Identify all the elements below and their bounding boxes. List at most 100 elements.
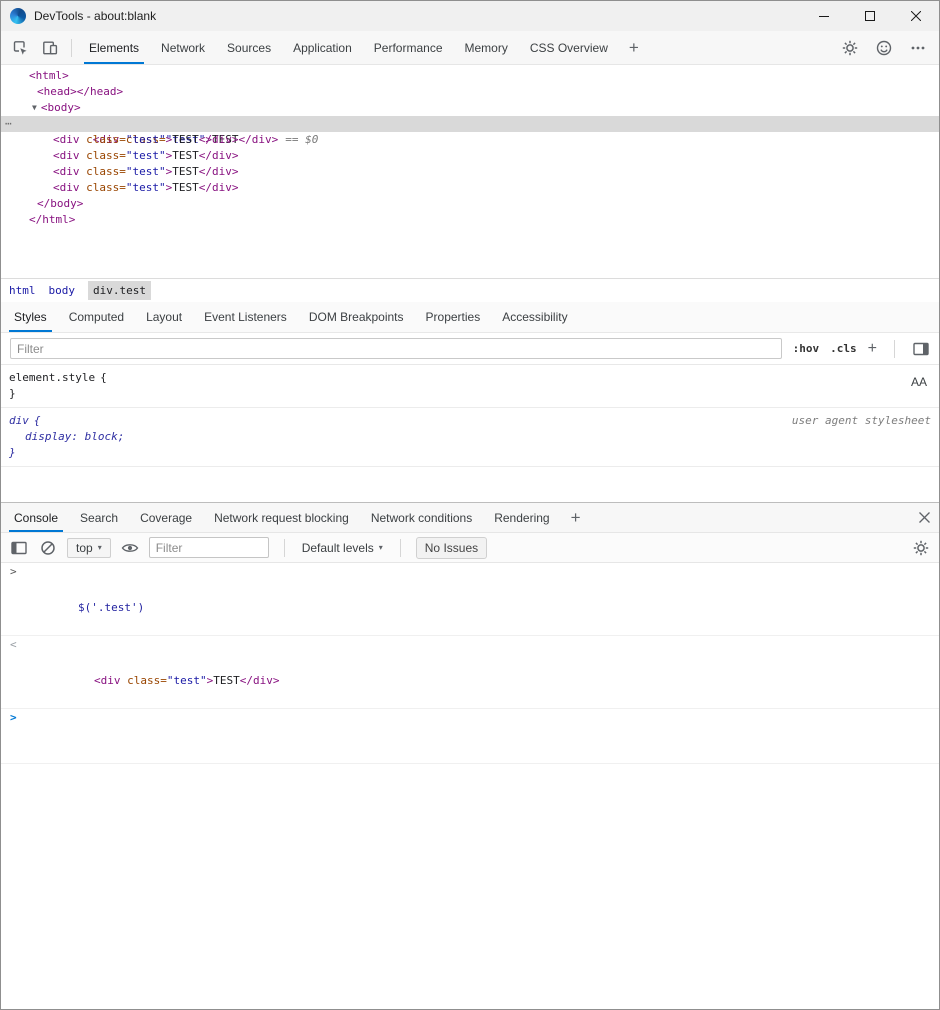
tree-node-html-open[interactable]: <html> <box>1 68 939 84</box>
console-command-text: $('.test') <box>78 601 144 614</box>
console-toolbar: top ▾ Default levels ▾ No Issues <box>1 533 939 563</box>
tree-node-head[interactable]: <head></head> <box>1 84 939 100</box>
tree-node-body-close[interactable]: </body> <box>1 196 939 212</box>
toggle-sidebar-icon[interactable] <box>912 340 930 358</box>
more-drawer-tabs-button[interactable]: + <box>561 503 591 532</box>
more-options-button[interactable] <box>903 39 933 57</box>
tab-coverage[interactable]: Coverage <box>129 503 203 532</box>
console-result-row[interactable]: < <div class="test">TEST</div> <box>1 636 939 709</box>
close-icon <box>911 11 921 21</box>
styles-pane-tabs: Styles Computed Layout Event Listeners D… <box>1 302 939 333</box>
tab-accessibility[interactable]: Accessibility <box>491 302 578 332</box>
element-classes-toggle[interactable]: .cls <box>830 342 857 355</box>
maximize-button[interactable] <box>847 1 893 31</box>
more-horizontal-icon <box>909 39 927 57</box>
console-sidebar-icon <box>10 539 28 557</box>
clear-console-icon <box>39 539 57 557</box>
styles-filter-input[interactable] <box>10 338 782 359</box>
tab-elements[interactable]: Elements <box>78 31 150 64</box>
font-editor-icon[interactable]: AA <box>911 374 927 390</box>
minimize-icon <box>819 11 829 21</box>
console-messages: > $('.test') < <div class="test">TEST</d… <box>1 563 939 764</box>
tab-performance[interactable]: Performance <box>363 31 454 64</box>
tab-memory[interactable]: Memory <box>454 31 519 64</box>
tab-layout[interactable]: Layout <box>135 302 193 332</box>
tree-node-div[interactable]: <div class="test">TEST</div> <box>1 180 939 196</box>
inspect-icon <box>11 39 29 57</box>
close-drawer-icon <box>919 512 930 523</box>
chevron-down-icon: ▾ <box>98 543 102 552</box>
filter-bar-divider <box>894 340 895 358</box>
tab-css-overview[interactable]: CSS Overview <box>519 31 619 64</box>
gear-icon <box>841 39 859 57</box>
plus-icon: + <box>629 38 639 58</box>
issues-badge[interactable]: No Issues <box>416 537 487 559</box>
breadcrumb-item-html[interactable]: html <box>9 284 36 297</box>
eye-icon <box>121 539 139 557</box>
tab-network-conditions[interactable]: Network conditions <box>360 503 483 532</box>
plus-icon: + <box>571 508 581 528</box>
tab-dom-breakpoints[interactable]: DOM Breakpoints <box>298 302 415 332</box>
console-filter-input[interactable] <box>149 537 269 558</box>
window-controls <box>801 1 939 31</box>
minimize-button[interactable] <box>801 1 847 31</box>
console-prompt-row[interactable]: > <box>1 709 939 764</box>
pseudo-state-toggle[interactable]: :hov <box>793 342 820 355</box>
device-toolbar-button[interactable] <box>35 31 65 64</box>
collapse-twisty-icon[interactable]: ▼ <box>32 103 37 112</box>
window-title: DevTools - about:blank <box>34 9 156 23</box>
devtools-window: DevTools - about:blank <box>0 0 940 1010</box>
tree-node-div[interactable]: <div class="test">TEST</div> <box>1 132 939 148</box>
toolbar-right-controls <box>835 31 939 64</box>
new-style-rule-button[interactable]: + <box>868 340 877 358</box>
tab-rendering[interactable]: Rendering <box>483 503 560 532</box>
clear-console-button[interactable] <box>38 539 58 557</box>
gear-icon <box>912 539 930 557</box>
tab-properties[interactable]: Properties <box>415 302 492 332</box>
tab-search[interactable]: Search <box>69 503 129 532</box>
tab-computed[interactable]: Computed <box>58 302 135 332</box>
node-options-dots-icon[interactable]: ⋯ <box>5 116 12 132</box>
tree-node-div[interactable]: <div class="test">TEST</div> <box>1 164 939 180</box>
element-style-section[interactable]: element.style{ } AA <box>1 365 939 408</box>
breadcrumb-item-div-test[interactable]: div.test <box>88 281 151 300</box>
close-drawer-button[interactable] <box>909 503 939 532</box>
tab-sources[interactable]: Sources <box>216 31 282 64</box>
log-levels-selector[interactable]: Default levels ▾ <box>300 541 385 555</box>
console-sidebar-button[interactable] <box>9 539 29 557</box>
inspect-element-button[interactable] <box>5 31 35 64</box>
breadcrumb: html body div.test <box>1 278 939 302</box>
tab-styles[interactable]: Styles <box>3 302 58 332</box>
tree-node-body-open[interactable]: ▼<body> <box>1 100 939 116</box>
tab-console[interactable]: Console <box>3 503 69 532</box>
user-agent-style-rule: user agent stylesheet div{ display: bloc… <box>1 408 939 467</box>
titlebar: DevTools - about:blank <box>1 1 939 31</box>
console-context-selector[interactable]: top ▾ <box>67 538 111 558</box>
tab-event-listeners[interactable]: Event Listeners <box>193 302 298 332</box>
console-command-row: > $('.test') <box>1 563 939 636</box>
styles-filter-bar: :hov .cls + <box>1 333 939 365</box>
console-settings-button[interactable] <box>911 539 931 557</box>
styles-empty-area <box>1 467 939 502</box>
edge-devtools-icon <box>10 8 26 24</box>
console-toolbar-divider <box>400 539 401 557</box>
tree-node-div-selected[interactable]: ⋯<div class="test">TEST</div>== $0 <box>1 116 939 132</box>
feedback-smiley-icon <box>875 39 893 57</box>
tab-network-request-blocking[interactable]: Network request blocking <box>203 503 360 532</box>
settings-button[interactable] <box>835 39 865 57</box>
tab-application[interactable]: Application <box>282 31 363 64</box>
close-button[interactable] <box>893 1 939 31</box>
main-toolbar: Elements Network Sources Application Per… <box>1 31 939 65</box>
console-toolbar-divider <box>284 539 285 557</box>
tab-network[interactable]: Network <box>150 31 216 64</box>
breadcrumb-item-body[interactable]: body <box>49 284 76 297</box>
styles-rules: element.style{ } AA user agent styleshee… <box>1 365 939 502</box>
live-expression-button[interactable] <box>120 539 140 557</box>
css-declaration: display: block; <box>25 430 124 443</box>
more-tabs-button[interactable]: + <box>619 31 649 64</box>
feedback-button[interactable] <box>869 39 899 57</box>
tree-node-html-close[interactable]: </html> <box>1 212 939 228</box>
chevron-down-icon: ▾ <box>379 543 383 552</box>
tree-node-div[interactable]: <div class="test">TEST</div> <box>1 148 939 164</box>
prompt-chevron-icon: > <box>10 709 17 727</box>
